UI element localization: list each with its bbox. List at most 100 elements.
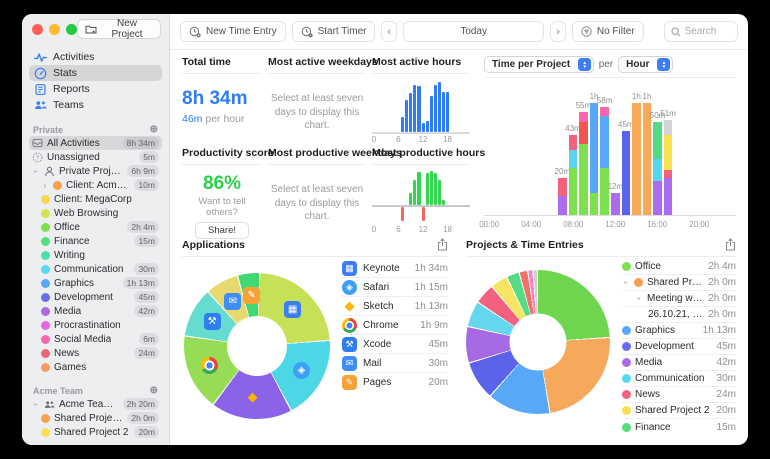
application-row-mail[interactable]: ✉Mail30m — [342, 354, 448, 373]
sidebar-item-communication[interactable]: Communication30m — [29, 262, 162, 276]
segment[interactable] — [664, 120, 673, 135]
segment[interactable] — [653, 159, 662, 181]
project-row-shared-project-2[interactable]: Shared Project 220m — [622, 403, 736, 419]
project-row-communication[interactable]: Communication30m — [622, 371, 736, 387]
chevron-down-icon[interactable]: › — [635, 295, 644, 303]
export-icon[interactable] — [725, 238, 736, 251]
bar-hour-8[interactable] — [405, 100, 408, 133]
bar-hour-9[interactable] — [409, 93, 412, 132]
bar-hour-12[interactable] — [422, 123, 425, 132]
bar-hour-11[interactable] — [417, 86, 420, 132]
segment[interactable] — [664, 135, 673, 170]
metric-dropdown[interactable]: Time per Project ▲▼ — [484, 56, 594, 73]
bar-hour-9[interactable] — [409, 193, 412, 205]
bar-hour-13[interactable]: 45m — [622, 82, 631, 215]
sidebar-item-shared-project-1[interactable]: Shared Project 12h 0m — [29, 411, 162, 425]
sidebar-item-procrastination[interactable]: Procrastination — [29, 318, 162, 332]
sidebar-item-acme-team-projects[interactable]: ›Acme Team Projects2h 20m — [29, 397, 162, 411]
sidebar-item-activities[interactable]: Activities — [29, 49, 162, 65]
project-row-development[interactable]: Development45m — [622, 339, 736, 355]
project-row-office[interactable]: Office2h 4m — [622, 259, 736, 275]
segment[interactable] — [579, 144, 588, 215]
filter-button[interactable]: No Filter — [572, 21, 644, 42]
bar-hour-15[interactable] — [434, 85, 437, 133]
segment[interactable] — [664, 178, 673, 215]
minimize-button[interactable] — [49, 24, 60, 35]
application-row-keynote[interactable]: ▦Keynote1h 34m — [342, 259, 448, 278]
add-circle-icon[interactable]: ⊕ — [150, 386, 158, 396]
sidebar-item-reports[interactable]: Reports — [29, 81, 162, 97]
bar-hour-15[interactable] — [434, 173, 437, 205]
new-time-entry-button[interactable]: New Time Entry — [180, 21, 286, 42]
sidebar-item-web-browsing[interactable]: Web Browsing — [29, 206, 162, 220]
segment[interactable] — [664, 170, 673, 177]
bar-hour-17[interactable] — [442, 92, 445, 132]
sidebar-item-news[interactable]: News24m — [29, 346, 162, 360]
chevron-right-icon[interactable]: › — [41, 181, 49, 190]
bar-hour-13[interactable] — [426, 121, 429, 132]
segment[interactable] — [653, 181, 662, 215]
most-active-hours-chart[interactable]: 061218 — [372, 82, 470, 144]
bar-hour-14[interactable] — [430, 171, 433, 205]
segment[interactable] — [590, 103, 599, 193]
segment[interactable] — [569, 135, 578, 150]
projects-donut-chart[interactable] — [466, 270, 610, 414]
export-icon[interactable] — [437, 238, 448, 251]
previous-day-button[interactable]: ‹ — [381, 21, 397, 42]
bar-hour-11[interactable]: 58m — [600, 82, 609, 215]
sidebar-item-social-media[interactable]: Social Media6m — [29, 332, 162, 346]
segment[interactable] — [643, 103, 652, 215]
bar-hour-16[interactable]: 50m — [653, 82, 662, 215]
sidebar-item-writing[interactable]: Writing — [29, 248, 162, 262]
segment[interactable] — [622, 131, 631, 215]
bar-hour-12[interactable] — [422, 207, 425, 221]
project-row-news[interactable]: News24m — [622, 387, 736, 403]
bar-hour-7[interactable] — [401, 207, 404, 221]
sidebar-item-stats[interactable]: Stats — [29, 65, 162, 81]
sidebar-item-teams[interactable]: Teams — [29, 97, 162, 113]
segment[interactable] — [600, 116, 609, 168]
share-button[interactable]: Share! — [195, 222, 249, 239]
chevron-down-icon[interactable]: › — [32, 400, 41, 408]
bar-hour-11[interactable] — [417, 172, 420, 205]
bar-hour-14[interactable] — [430, 96, 433, 132]
close-button[interactable] — [32, 24, 43, 35]
sidebar-item-finance[interactable]: Finance15m — [29, 234, 162, 248]
segment[interactable] — [579, 112, 588, 121]
bar-hour-16[interactable] — [438, 180, 441, 205]
project-row-meeting-with-tim[interactable]: ›Meeting with Tim2h 0m — [622, 291, 736, 307]
segment[interactable] — [569, 168, 578, 215]
sidebar-item-client-megacorp[interactable]: Client: MegaCorp — [29, 192, 162, 206]
project-row-shared-project-1[interactable]: ›Shared Project 12h 0m — [622, 275, 736, 291]
search-field[interactable] — [664, 21, 738, 42]
application-row-chrome[interactable]: Chrome1h 9m — [342, 316, 448, 335]
unit-dropdown[interactable]: Hour ▲▼ — [618, 56, 673, 73]
bar-hour-14[interactable]: 1h — [632, 82, 641, 215]
bar-hour-13[interactable] — [426, 173, 429, 205]
project-row-finance[interactable]: Finance15m — [622, 419, 736, 435]
chevron-down-icon[interactable]: › — [622, 279, 631, 287]
new-project-button[interactable]: New Project — [77, 19, 161, 39]
bar-hour-12[interactable]: 12m — [611, 82, 620, 215]
bar-hour-15[interactable]: 1h — [643, 82, 652, 215]
project-row-media[interactable]: Media42m — [622, 355, 736, 371]
bar-hour-17[interactable]: 51m — [664, 82, 673, 215]
bar-hour-7[interactable]: 20m — [558, 82, 567, 215]
search-input[interactable] — [685, 26, 731, 37]
sidebar-item-graphics[interactable]: Graphics1h 13m — [29, 276, 162, 290]
segment[interactable] — [558, 196, 567, 215]
segment[interactable] — [632, 103, 641, 215]
sidebar-item-games[interactable]: Games — [29, 360, 162, 374]
bar-hour-16[interactable] — [438, 82, 441, 132]
bar-hour-7[interactable] — [401, 117, 404, 132]
project-row-graphics[interactable]: Graphics1h 13m — [622, 323, 736, 339]
application-row-xcode[interactable]: ⚒Xcode45m — [342, 335, 448, 354]
most-productive-hours-chart[interactable]: 061218 — [372, 171, 470, 235]
bar-hour-10[interactable] — [413, 85, 416, 133]
sidebar-item-media[interactable]: Media42m — [29, 304, 162, 318]
sidebar-item-unassigned[interactable]: ?Unassigned5m — [29, 150, 162, 164]
application-row-safari[interactable]: ◈Safari1h 15m — [342, 278, 448, 297]
segment[interactable] — [600, 168, 609, 215]
start-timer-button[interactable]: Start Timer — [292, 21, 376, 42]
applications-donut-chart[interactable]: ▦◈◆⚒✉✎ — [184, 273, 330, 419]
